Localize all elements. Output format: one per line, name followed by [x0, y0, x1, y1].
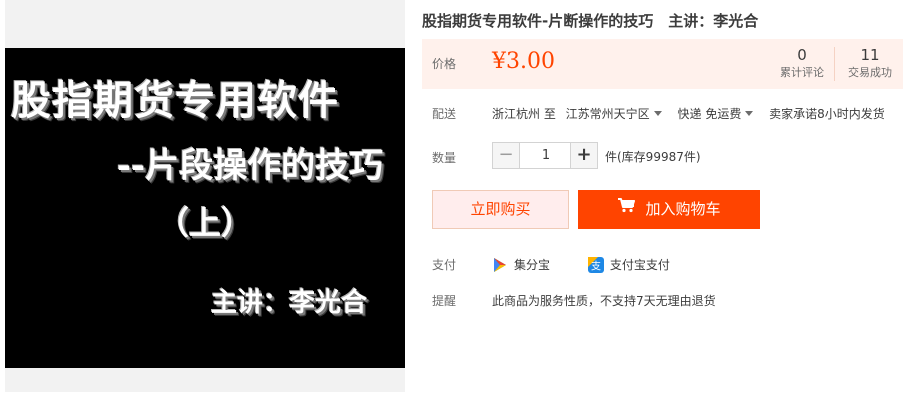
payment-options: 集分宝 支 支付宝支付: [492, 256, 670, 273]
reminder-label: 提醒: [432, 294, 457, 308]
jifenbao-label: 集分宝: [514, 258, 551, 272]
deals-label: 交易成功: [848, 66, 892, 79]
payment-option-alipay[interactable]: 支 支付宝支付: [587, 256, 670, 273]
alipay-label: 支付宝支付: [609, 258, 670, 272]
increase-button[interactable]: +: [570, 143, 597, 168]
delivery-content: 浙江杭州 至 江苏常州天宁区 快递 免运费 卖家承诺8小时内发货: [492, 105, 885, 122]
reviews-stat[interactable]: 0 累计评论: [774, 45, 830, 85]
stat-divider: [834, 47, 835, 81]
delivery-from: 浙江杭州 至: [492, 107, 556, 121]
delivery-destination-select[interactable]: 江苏常州天宁区: [566, 107, 670, 121]
delivery-method-select[interactable]: 快递 免运费: [678, 107, 762, 121]
image-title-line: 股指期货专用软件: [11, 77, 339, 124]
product-page: 股指期货专用软件 --片段操作的技巧 （上） 主讲：李光合 股指期货专用软件-片…: [0, 0, 908, 413]
reminder-text: 此商品为服务性质，不支持7天无理由退货: [492, 294, 716, 308]
add-to-cart-label: 加入购物车: [645, 200, 721, 218]
delivery-label: 配送: [432, 107, 457, 121]
reviews-label: 累计评论: [780, 66, 824, 79]
payment-option-jifenbao[interactable]: 集分宝: [492, 257, 554, 273]
image-lecturer-line: 主讲：李光合: [211, 288, 368, 318]
product-image-panel: 股指期货专用软件 --片段操作的技巧 （上） 主讲：李光合: [5, 0, 405, 392]
image-part-line: （上）: [157, 204, 254, 242]
buy-now-button[interactable]: 立即购买: [432, 190, 569, 229]
stock-info: 件(库存99987件): [605, 150, 701, 164]
svg-text:支: 支: [591, 260, 601, 272]
image-subtitle-line: --片段操作的技巧: [117, 146, 384, 186]
add-to-cart-button[interactable]: 加入购物车: [578, 190, 760, 229]
price-box: 价格 ¥3.00 0 累计评论 11 交易成功: [422, 39, 903, 89]
delivery-promise: 卖家承诺8小时内发货: [769, 107, 885, 121]
quantity-label: 数量: [432, 151, 457, 165]
price-value: ¥3.00: [492, 49, 555, 74]
chevron-down-icon: [745, 111, 754, 116]
price-label: 价格: [432, 57, 457, 71]
delivery-method: 快递 免运费: [677, 107, 742, 121]
quantity-stepper: − +: [492, 142, 598, 169]
jifenbao-icon: [492, 257, 508, 273]
deals-stat[interactable]: 11 交易成功: [840, 45, 900, 85]
quantity-input[interactable]: [521, 143, 571, 168]
reviews-count: 0: [797, 46, 807, 64]
payment-label: 支付: [432, 258, 457, 272]
product-title: 股指期货专用软件-片断操作的技巧 主讲：李光合: [422, 12, 759, 30]
alipay-icon: 支: [587, 256, 604, 273]
decrease-button[interactable]: −: [493, 143, 520, 168]
chevron-down-icon: [653, 111, 662, 116]
deals-count: 11: [860, 46, 880, 64]
product-image[interactable]: 股指期货专用软件 --片段操作的技巧 （上） 主讲：李光合: [5, 48, 405, 368]
delivery-destination: 江苏常州天宁区: [565, 107, 650, 121]
shopping-cart-icon: [617, 189, 636, 228]
